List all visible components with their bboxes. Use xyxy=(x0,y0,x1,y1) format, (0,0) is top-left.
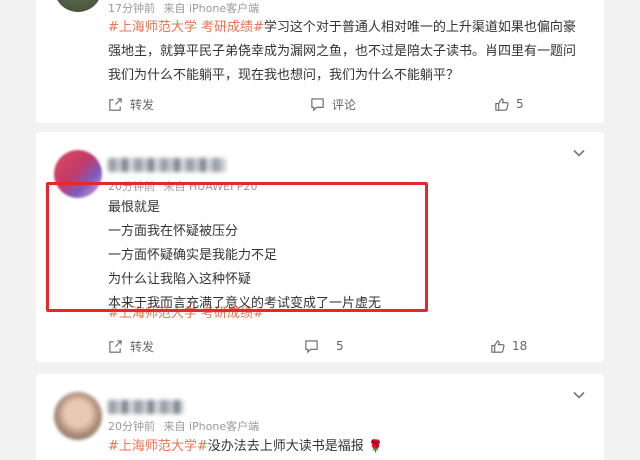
like-button[interactable]: 18 xyxy=(490,336,527,356)
weibo-comment-card-1: 17分钟前 来自 iPhone客户端 #上海师范大学 考研成绩#学习这个对于普通… xyxy=(36,0,604,123)
comment-icon xyxy=(311,97,324,111)
username[interactable] xyxy=(108,158,226,172)
avatar[interactable] xyxy=(54,0,102,12)
highlight-box xyxy=(46,182,428,312)
like-count: 18 xyxy=(512,339,528,353)
like-icon xyxy=(491,339,505,353)
hashtag-link[interactable]: #上海师范大学 考研成绩# xyxy=(108,20,264,35)
post-meta: 20分钟前 来自 iPhone客户端 xyxy=(108,418,264,434)
repost-label: 转发 xyxy=(130,97,155,112)
chevron-down-icon[interactable] xyxy=(572,388,586,402)
avatar[interactable] xyxy=(54,392,102,440)
repost-button[interactable]: 转发 xyxy=(108,336,154,356)
comment-count: 5 xyxy=(336,339,344,353)
rose-emoji: 🌹 xyxy=(367,439,383,453)
chevron-down-icon[interactable] xyxy=(572,146,586,160)
post-source: 来自 iPhone客户端 xyxy=(163,2,260,15)
hashtag-link[interactable]: #上海师范大学# xyxy=(108,439,208,454)
post-body: 没办法去上师大读书是福报 xyxy=(207,439,364,454)
weibo-comment-card-3: 20分钟前 来自 iPhone客户端 #上海师范大学#没办法去上师大读书是福报 … xyxy=(36,374,604,460)
post-actions: 转发 评论 5 xyxy=(36,94,604,114)
post-time: 20分钟前 xyxy=(108,420,155,433)
like-icon xyxy=(495,97,509,111)
username[interactable] xyxy=(108,400,184,414)
post-source: 来自 iPhone客户端 xyxy=(163,420,260,433)
comment-label: 评论 xyxy=(332,97,357,112)
post-text: #上海师范大学#没办法去上师大读书是福报 🌹 xyxy=(108,434,582,459)
post-actions: 转发 5 18 xyxy=(36,336,604,356)
comment-button[interactable]: 5 xyxy=(304,336,344,356)
post-time: 17分钟前 xyxy=(108,2,155,15)
repost-icon xyxy=(109,97,122,111)
like-button[interactable]: 5 xyxy=(494,94,524,114)
post-text: #上海师范大学 考研成绩#学习这个对于普通人相对唯一的上升渠道如果也偏向豪强地主… xyxy=(108,16,582,88)
like-count: 5 xyxy=(516,97,524,111)
comment-button[interactable]: 评论 xyxy=(310,94,356,114)
comment-icon xyxy=(305,339,318,353)
post-meta: 17分钟前 来自 iPhone客户端 xyxy=(108,0,264,16)
repost-button[interactable]: 转发 xyxy=(108,94,154,114)
repost-icon xyxy=(109,339,122,353)
repost-label: 转发 xyxy=(130,339,155,354)
